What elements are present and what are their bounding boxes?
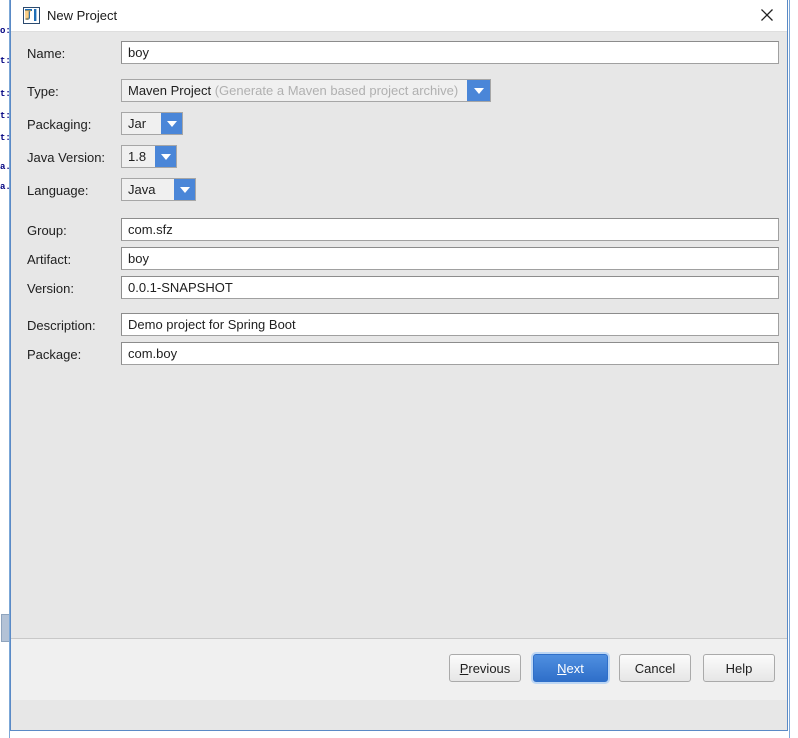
chevron-down-icon[interactable] [161, 113, 182, 134]
new-project-dialog: New Project Name: boy Type: Maven Projec… [10, 0, 788, 731]
close-icon[interactable] [746, 0, 787, 30]
package-input[interactable]: com.boy [121, 342, 779, 365]
dialog-title: New Project [47, 8, 118, 23]
previous-button[interactable]: Previous [449, 654, 521, 682]
chevron-down-icon[interactable] [174, 179, 195, 200]
type-combobox-value: Maven Project (Generate a Maven based pr… [122, 80, 467, 101]
label-type: Type: [27, 84, 59, 99]
version-input[interactable]: 0.0.1-SNAPSHOT [121, 276, 779, 299]
help-button[interactable]: Help [703, 654, 775, 682]
previous-button-label: revious [468, 660, 511, 676]
language-combobox[interactable]: Java [121, 178, 196, 201]
java-version-combobox[interactable]: 1.8 [121, 145, 177, 168]
chevron-down-icon[interactable] [155, 146, 176, 167]
chevron-down-icon[interactable] [467, 80, 490, 101]
type-combobox[interactable]: Maven Project (Generate a Maven based pr… [121, 79, 491, 102]
label-name: Name: [27, 46, 66, 61]
language-combobox-value: Java [122, 179, 174, 200]
next-button[interactable]: Next [533, 654, 608, 682]
next-button-mnemonic: N [557, 660, 567, 676]
previous-button-mnemonic: P [459, 660, 469, 676]
description-input[interactable]: Demo project for Spring Boot [121, 313, 779, 336]
cancel-button[interactable]: Cancel [619, 654, 691, 682]
intellij-logo-icon [23, 7, 40, 24]
dialog-content: Name: boy Type: Maven Project (Generate … [11, 32, 787, 700]
label-packaging: Packaging: [27, 117, 92, 132]
label-group: Group: [27, 223, 67, 238]
packaging-combobox[interactable]: Jar [121, 112, 183, 135]
java-version-combobox-value: 1.8 [122, 146, 155, 167]
type-value-text: Maven Project [128, 83, 212, 98]
label-version: Version: [27, 281, 74, 296]
label-java-version: Java Version: [27, 150, 106, 165]
label-language: Language: [27, 183, 89, 198]
name-input[interactable]: boy [121, 41, 779, 64]
packaging-combobox-value: Jar [122, 113, 161, 134]
type-value-hint: (Generate a Maven based project archive) [214, 83, 459, 98]
dialog-titlebar: New Project [11, 0, 787, 32]
next-button-label: ext [566, 660, 584, 676]
group-input[interactable]: com.sfz [121, 218, 779, 241]
artifact-input[interactable]: boy [121, 247, 779, 270]
dialog-button-bar: Previous Next Cancel Help [11, 638, 787, 700]
background-window-border-right [789, 0, 790, 738]
label-description: Description: [27, 318, 96, 333]
label-artifact: Artifact: [27, 252, 72, 267]
label-package: Package: [27, 347, 82, 362]
